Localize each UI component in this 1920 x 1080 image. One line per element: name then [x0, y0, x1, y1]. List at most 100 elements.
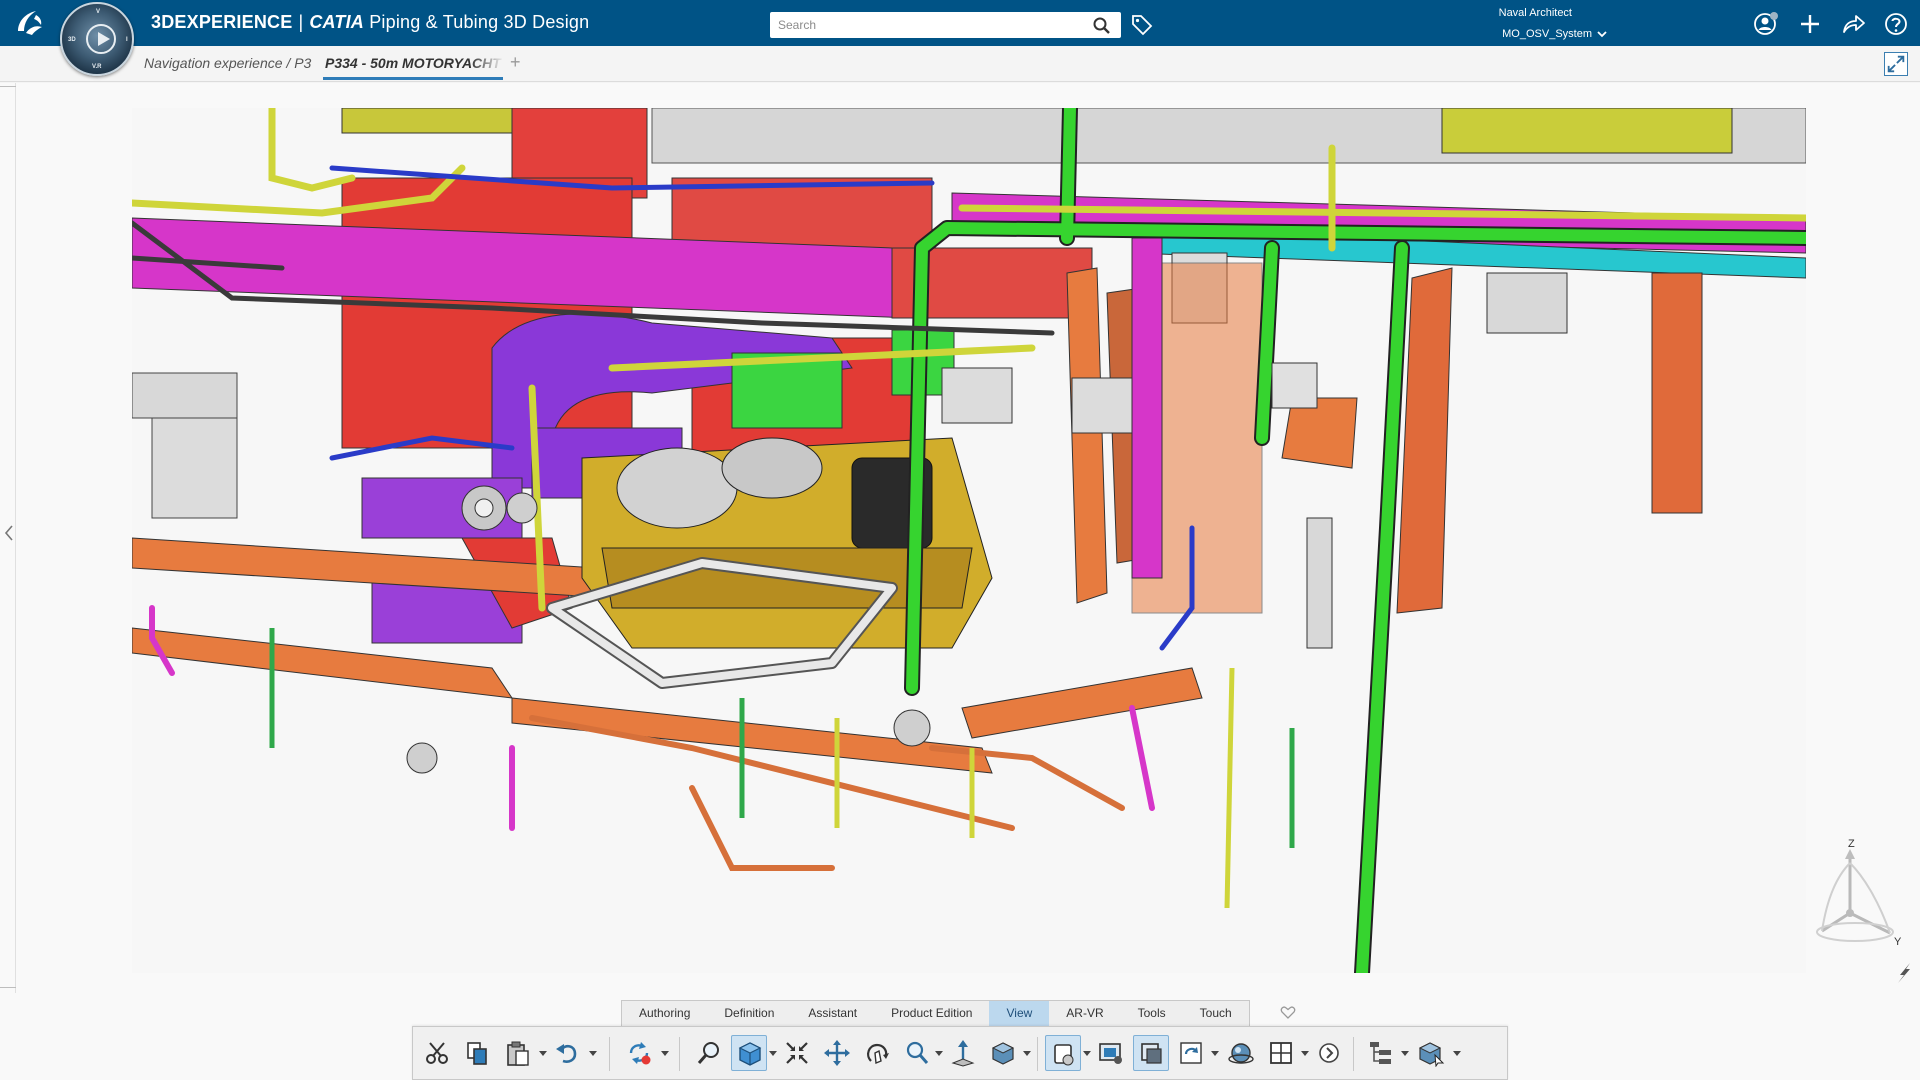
top-bar: 3DEXPERIENCE | CATIA Piping & Tubing 3D De… — [0, 0, 1920, 46]
more-icon — [1319, 1043, 1339, 1063]
render-style-button[interactable] — [985, 1035, 1021, 1071]
cut-button[interactable] — [419, 1035, 455, 1071]
tab-ar-vr[interactable]: AR-VR — [1049, 1001, 1120, 1026]
search-zoom-button[interactable] — [691, 1035, 727, 1071]
compass-icon[interactable]: V 3D V.R I — [60, 2, 134, 76]
tab-definition[interactable]: Definition — [707, 1001, 791, 1026]
add-icon[interactable] — [1796, 10, 1824, 38]
tab-fade — [470, 52, 504, 76]
piping-3d-model[interactable] — [132, 108, 1806, 973]
search-input[interactable] — [770, 12, 1080, 38]
copy-icon — [467, 1042, 487, 1065]
share-icon[interactable] — [1839, 10, 1867, 38]
pan-button[interactable] — [819, 1035, 855, 1071]
tab-touch[interactable]: Touch — [1183, 1001, 1249, 1026]
undo-icon — [556, 1044, 577, 1063]
search-box — [770, 12, 1121, 38]
chevron-down-icon[interactable] — [1453, 1049, 1461, 1057]
app-title: 3DEXPERIENCE | CATIA Piping & Tubing 3D De… — [151, 12, 589, 33]
capture-icon — [1099, 1043, 1122, 1064]
engine-room-model-image — [132, 108, 1806, 973]
search-icon[interactable] — [1092, 16, 1112, 36]
update-button[interactable] — [621, 1035, 657, 1071]
fit-all-icon — [786, 1042, 808, 1064]
zoom-icon — [906, 1041, 929, 1064]
chevron-down-icon[interactable] — [1083, 1049, 1091, 1057]
title-separator: | — [298, 12, 304, 32]
fit-all-button[interactable] — [779, 1035, 815, 1071]
paste-button[interactable] — [499, 1035, 535, 1071]
tab-row: Navigation experience / P3 P334 - 50m MO… — [0, 46, 1920, 82]
tree-icon — [1370, 1042, 1391, 1064]
undo-button[interactable] — [549, 1035, 585, 1071]
chevron-down-icon[interactable] — [1211, 1049, 1219, 1057]
rotate-button[interactable] — [859, 1035, 895, 1071]
multi-view-icon — [1270, 1042, 1292, 1064]
product-button[interactable] — [1413, 1035, 1449, 1071]
refresh-view-icon — [1180, 1042, 1202, 1064]
compass-label-bottom: V.R — [92, 64, 102, 70]
copy-button[interactable] — [459, 1035, 495, 1071]
chevron-down-icon[interactable] — [539, 1049, 547, 1057]
chevron-down-icon[interactable] — [769, 1049, 777, 1057]
add-tab-button[interactable]: + — [510, 52, 521, 73]
tab-view[interactable]: View — [989, 1001, 1050, 1026]
chevron-left-icon[interactable] — [3, 523, 15, 543]
tab-product-edition[interactable]: Product Edition — [874, 1001, 989, 1026]
selection-view-icon — [1141, 1043, 1162, 1064]
toolbar-separator — [1353, 1037, 1354, 1071]
3d-viewport[interactable]: Z Y — [0, 83, 1920, 1080]
render-style-icon — [991, 1042, 1015, 1065]
user-credentials[interactable]: MO_OSV_System — [1502, 28, 1592, 40]
toolbar-separator — [1037, 1037, 1038, 1071]
zoom-button[interactable] — [899, 1035, 935, 1071]
compass-label-right: I — [126, 37, 128, 43]
cut-icon — [426, 1042, 448, 1064]
view-mode-button[interactable] — [731, 1035, 767, 1071]
rail-mark — [0, 987, 16, 988]
compass-label-left: 3D — [68, 37, 76, 43]
selection-view-button[interactable] — [1133, 1035, 1169, 1071]
tab-assistant[interactable]: Assistant — [791, 1001, 874, 1026]
app-name: Piping & Tubing 3D Design — [369, 12, 590, 32]
chevron-down-icon[interactable] — [935, 1049, 943, 1057]
user-role[interactable]: Naval Architect — [1499, 7, 1572, 19]
play-icon[interactable] — [86, 24, 116, 54]
axis-z-label: Z — [1848, 838, 1855, 850]
axis-y-label: Y — [1894, 936, 1902, 948]
chevron-down-icon[interactable] — [1301, 1049, 1309, 1057]
ds-logo-icon[interactable] — [12, 7, 48, 39]
action-bar-sections: Authoring Definition Assistant Product E… — [621, 1000, 1250, 1026]
chevron-down-icon[interactable] — [661, 1049, 669, 1057]
profile-icon[interactable] — [1752, 10, 1780, 38]
ambience-button[interactable] — [1223, 1035, 1259, 1071]
chevron-down-icon[interactable] — [1595, 27, 1609, 41]
cut-view-button[interactable] — [1045, 1035, 1081, 1071]
tab-tools[interactable]: Tools — [1121, 1001, 1183, 1026]
view-mode-cube-icon — [738, 1042, 762, 1066]
chevron-down-icon[interactable] — [1023, 1049, 1031, 1057]
multi-view-button[interactable] — [1263, 1035, 1299, 1071]
breadcrumb[interactable]: Navigation experience / P3 — [144, 55, 311, 71]
update-icon — [629, 1042, 651, 1065]
rotate-icon — [867, 1043, 889, 1064]
tree-button[interactable] — [1363, 1035, 1399, 1071]
compass-label-top: V — [96, 9, 101, 15]
fullscreen-icon[interactable] — [1884, 52, 1908, 76]
toolbar-separator — [679, 1037, 680, 1071]
product-name: CATIA — [309, 12, 365, 32]
chevron-down-icon[interactable] — [589, 1049, 597, 1057]
help-icon[interactable] — [1882, 10, 1910, 38]
axis-compass-icon[interactable]: Z Y — [1800, 835, 1910, 955]
tag-icon[interactable] — [1130, 12, 1154, 36]
favorite-heart-icon[interactable] — [1280, 1004, 1296, 1020]
tab-authoring[interactable]: Authoring — [622, 1001, 707, 1026]
capture-button[interactable] — [1093, 1035, 1129, 1071]
normal-view-button[interactable] — [945, 1035, 981, 1071]
refresh-view-button[interactable] — [1173, 1035, 1209, 1071]
pan-icon — [824, 1040, 850, 1066]
more-button[interactable] — [1311, 1035, 1347, 1071]
rail-mark — [0, 86, 16, 87]
robot-icon[interactable] — [1896, 963, 1912, 983]
chevron-down-icon[interactable] — [1401, 1049, 1409, 1057]
